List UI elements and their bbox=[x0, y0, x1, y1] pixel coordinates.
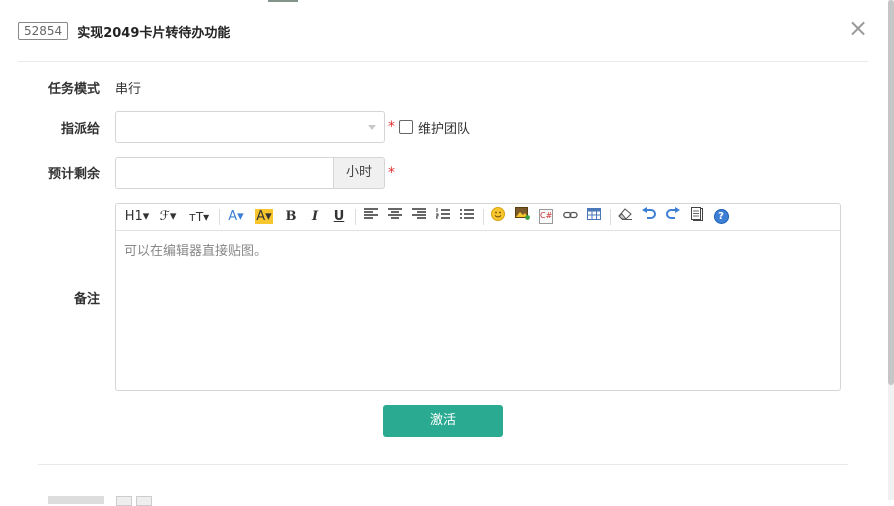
assign-select[interactable] bbox=[115, 111, 385, 143]
top-shade bbox=[268, 0, 298, 2]
dialog-title: 实现2049卡片转待办功能 bbox=[77, 25, 231, 41]
team-checkbox[interactable] bbox=[399, 120, 413, 134]
align-right-icon[interactable] bbox=[411, 207, 427, 227]
unordered-list-icon[interactable] bbox=[459, 207, 475, 227]
task-id-badge: 52854 bbox=[18, 22, 69, 40]
close-icon[interactable]: × bbox=[846, 14, 870, 42]
font-color-button[interactable]: A▾ bbox=[225, 207, 247, 227]
toolbar-separator bbox=[355, 209, 356, 225]
toolbar-separator bbox=[219, 209, 220, 225]
redo-icon[interactable] bbox=[665, 207, 681, 227]
mode-label: 任务模式 bbox=[47, 82, 100, 97]
clipped-content bbox=[116, 496, 132, 506]
required-mark: * bbox=[388, 165, 395, 181]
divider bbox=[38, 464, 848, 465]
divider bbox=[18, 61, 868, 62]
code-block-button[interactable]: C# bbox=[538, 207, 554, 227]
hours-unit-addon: 小时 bbox=[333, 157, 385, 189]
table-icon[interactable] bbox=[586, 207, 602, 227]
align-left-icon[interactable] bbox=[363, 207, 379, 227]
italic-button[interactable]: I bbox=[307, 207, 323, 227]
scrollbar[interactable] bbox=[888, 0, 894, 500]
code-icon: C# bbox=[539, 209, 553, 224]
paste-icon[interactable] bbox=[689, 207, 705, 227]
highlight-icon: A▾ bbox=[255, 209, 273, 224]
bold-button[interactable]: B bbox=[283, 207, 299, 227]
font-family-button[interactable]: ℱ▾ bbox=[156, 207, 180, 227]
clipped-content bbox=[48, 496, 104, 504]
emoticon-icon[interactable] bbox=[490, 207, 506, 227]
font-size-button[interactable]: ᴛT▾ bbox=[186, 207, 212, 227]
note-label: 备注 bbox=[73, 292, 100, 307]
team-checkbox-label: 维护团队 bbox=[418, 122, 471, 137]
remaining-hours-input[interactable] bbox=[115, 157, 334, 189]
activate-button[interactable]: 激活 bbox=[383, 405, 503, 437]
chevron-down-icon bbox=[368, 125, 376, 130]
assign-label: 指派给 bbox=[60, 122, 100, 137]
heading-button[interactable]: H1▾ bbox=[124, 207, 150, 227]
scrollbar-thumb[interactable] bbox=[888, 0, 894, 385]
link-icon[interactable] bbox=[562, 207, 578, 227]
help-button[interactable]: ? bbox=[713, 207, 729, 227]
editor-toolbar: H1▾ ℱ▾ ᴛT▾ A▾ A▾ B I U C# ? bbox=[116, 204, 840, 231]
insert-image-icon[interactable] bbox=[514, 207, 530, 227]
clipped-content bbox=[136, 496, 152, 506]
toolbar-separator bbox=[483, 209, 484, 225]
ordered-list-icon[interactable] bbox=[435, 207, 451, 227]
required-mark: * bbox=[388, 119, 395, 135]
align-center-icon[interactable] bbox=[387, 207, 403, 227]
background-color-button[interactable]: A▾ bbox=[253, 207, 275, 227]
help-icon: ? bbox=[713, 209, 729, 224]
mode-value: 串行 bbox=[115, 82, 142, 97]
eraser-icon[interactable] bbox=[617, 207, 633, 227]
undo-icon[interactable] bbox=[641, 207, 657, 227]
dialog-header: 52854 实现2049卡片转待办功能 bbox=[18, 20, 230, 42]
note-editor-placeholder: 可以在编辑器直接贴图。 bbox=[124, 244, 268, 259]
toolbar-separator bbox=[610, 209, 611, 225]
note-editor[interactable]: H1▾ ℱ▾ ᴛT▾ A▾ A▾ B I U C# ? 可以在编辑器直接贴图。 bbox=[115, 203, 841, 391]
underline-button[interactable]: U bbox=[331, 207, 347, 227]
remaining-label: 预计剩余 bbox=[47, 167, 100, 182]
